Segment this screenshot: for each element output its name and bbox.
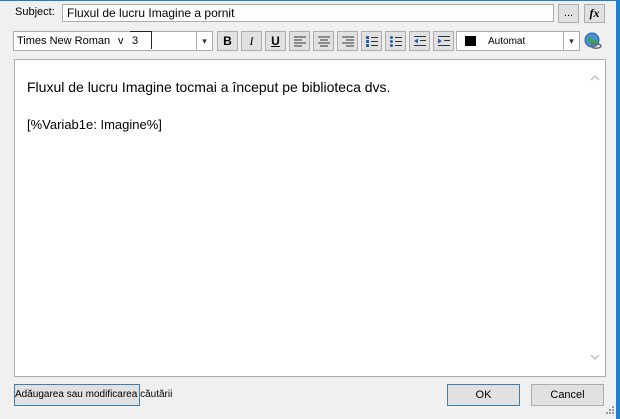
- underline-button[interactable]: U: [265, 31, 286, 51]
- align-right-button[interactable]: [337, 31, 358, 51]
- align-center-button[interactable]: [313, 31, 334, 51]
- numbered-list-icon: [366, 36, 378, 47]
- align-center-icon: [318, 36, 330, 47]
- add-lookup-button[interactable]: Adăugarea sau modificarea căutării: [14, 384, 172, 406]
- increase-indent-button[interactable]: [433, 31, 454, 51]
- message-editor[interactable]: Fluxul de lucru Imagine tocmai a început…: [14, 59, 606, 377]
- italic-icon: I: [249, 34, 254, 48]
- cancel-button[interactable]: Cancel: [531, 384, 604, 406]
- align-left-icon: [294, 36, 306, 47]
- font-size-box: [130, 31, 152, 49]
- ok-button[interactable]: OK: [447, 384, 520, 406]
- color-label: Automat: [488, 36, 526, 47]
- color-swatch: [465, 36, 476, 46]
- browse-button[interactable]: ...: [558, 4, 579, 23]
- decrease-indent-icon: [414, 36, 426, 46]
- font-color-selector[interactable]: Automat ▾: [456, 31, 580, 51]
- globe-link-icon[interactable]: [584, 32, 602, 50]
- resize-grip-icon[interactable]: [605, 405, 615, 415]
- window-right-border: [616, 0, 620, 419]
- window-top-border: [0, 0, 620, 1]
- subject-label: Subject:: [15, 6, 55, 18]
- bold-button[interactable]: B: [217, 31, 238, 51]
- font-dropdown-arrow[interactable]: ▾: [196, 32, 212, 50]
- formatting-toolbar: Times New Roman v 3 ▾ B I U Automat ▾: [0, 31, 616, 52]
- decrease-indent-button[interactable]: [409, 31, 430, 51]
- align-left-button[interactable]: [289, 31, 310, 51]
- underline-icon: U: [271, 34, 280, 48]
- font-selector[interactable]: Times New Roman v 3 ▾: [13, 31, 213, 51]
- bold-icon: B: [223, 34, 232, 48]
- formula-button[interactable]: fx: [584, 4, 605, 23]
- increase-indent-icon: [438, 36, 450, 46]
- subject-input[interactable]: Fluxul de lucru Imagine a pornit: [62, 4, 554, 22]
- font-size-arrow: v: [118, 35, 124, 47]
- italic-button[interactable]: I: [241, 31, 262, 51]
- scroll-up-icon[interactable]: [590, 70, 600, 84]
- bullet-list-icon: [390, 36, 402, 47]
- numbered-list-button[interactable]: [361, 31, 382, 51]
- font-name: Times New Roman: [17, 35, 111, 47]
- align-right-icon: [342, 36, 354, 47]
- color-dropdown-arrow[interactable]: ▾: [563, 32, 579, 50]
- editor-line-message: Fluxul de lucru Imagine tocmai a început…: [27, 79, 391, 95]
- editor-line-variable: [%Variab1e: Imagine%]: [27, 117, 162, 132]
- bullet-list-button[interactable]: [385, 31, 406, 51]
- scroll-down-icon[interactable]: [590, 350, 600, 364]
